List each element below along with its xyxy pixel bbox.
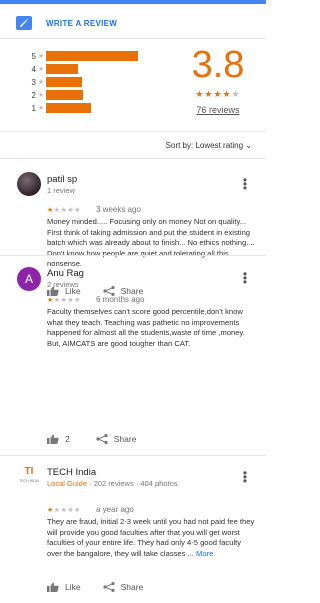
review-text: Faculty themselves can't score good perc… [47, 307, 245, 348]
reviewer-name[interactable]: patil sp [47, 174, 77, 185]
sort-prefix: Sort by: [165, 141, 194, 150]
avatar-logo-caption: TECH INDIA [19, 479, 39, 483]
star-icon: ★ [37, 105, 45, 112]
star-icon: ★ [37, 92, 45, 99]
histogram-bar [46, 64, 78, 74]
divider [0, 158, 266, 159]
star-icon: ★ [47, 507, 54, 514]
share-label: Share [113, 434, 137, 444]
more-options-icon[interactable]: • • • [240, 268, 250, 288]
histogram-bar [46, 51, 138, 61]
histogram-star-label: 1 [31, 103, 36, 113]
review-text: They are fraud, initial 2-3 week until y… [47, 517, 257, 559]
reviewer-name[interactable]: TECH India [47, 467, 96, 478]
share-button[interactable]: Share [102, 582, 144, 592]
star-icon: ★ [74, 507, 81, 514]
star-icon: ★ [47, 207, 54, 214]
share-icon [96, 434, 108, 444]
reviewer-review-count: 2 reviews [47, 280, 79, 289]
histogram-row: 5 ★ [28, 50, 138, 62]
reviewer-avatar[interactable]: A [17, 267, 41, 291]
histogram-row: 4 ★ [28, 63, 78, 75]
sort-control[interactable]: Sort by: Lowest rating ⌄ [0, 139, 266, 155]
share-button[interactable]: Share [96, 434, 137, 444]
like-count: 2 [65, 434, 70, 444]
like-button[interactable]: Like [47, 582, 81, 592]
top-accent-bar [0, 0, 266, 4]
review-time: 3 weeks ago [96, 205, 141, 214]
like-label: Like [65, 582, 81, 592]
review-stars: ★★★★★ [47, 296, 81, 304]
divider [0, 131, 266, 132]
review-actions: 2 Share [47, 434, 136, 444]
reviewer-stats: · 202 reviews · 404 photos [87, 479, 178, 488]
star-icon: ★ [53, 297, 61, 304]
review-stars: ★★★★★ [47, 506, 81, 514]
avatar-logo-text: TI [24, 466, 34, 477]
share-label: Share [120, 582, 144, 592]
review-time: a year ago [96, 505, 134, 514]
histogram-bar [46, 103, 91, 113]
histogram-row: 3 ★ [28, 76, 82, 88]
review-stars: ★★★★★ [47, 206, 81, 214]
sort-value: Lowest rating [195, 141, 244, 150]
histogram-star-label: 2 [31, 90, 36, 100]
histogram-star-label: 4 [31, 64, 36, 74]
reviewer-name[interactable]: Anu Rag [47, 268, 84, 279]
average-stars: ★★★★★ [178, 89, 258, 100]
star-icon: ★ [37, 53, 45, 60]
divider [0, 38, 266, 39]
write-review-label: WRITE A REVIEW [46, 18, 118, 28]
star-icon: ★ [195, 89, 205, 99]
reviewer-info: Local Guide · 202 reviews · 404 photos [47, 479, 178, 488]
thumbs-up-icon [47, 582, 59, 592]
more-link[interactable]: More [196, 549, 213, 558]
sort-label: Sort by: Lowest rating ⌄ [166, 141, 252, 150]
star-icon: ★ [47, 297, 54, 304]
average-rating: 3.8 [191, 44, 245, 86]
histogram-star-label: 5 [31, 51, 36, 61]
histogram-star-label: 3 [31, 77, 36, 87]
histogram-row: 1 ★ [28, 102, 91, 114]
share-icon [102, 582, 115, 592]
chevron-down-icon: ⌄ [245, 141, 252, 150]
star-icon: ★ [213, 89, 223, 99]
reviewer-avatar[interactable]: TI TECH INDIA [17, 465, 41, 489]
star-icon: ★ [53, 507, 61, 514]
rating-histogram: 5 ★ 4 ★ 3 ★ 2 ★ 1 ★ [28, 48, 158, 118]
review-actions: Like Share [47, 582, 143, 592]
more-options-icon[interactable]: • • • [240, 174, 250, 194]
local-guide-badge: Local Guide [47, 479, 88, 488]
star-icon: ★ [37, 79, 45, 86]
divider [0, 255, 266, 256]
star-icon: ★ [222, 89, 232, 99]
reviewer-avatar[interactable] [17, 172, 41, 196]
like-button[interactable]: 2 [47, 434, 70, 444]
write-review-button[interactable]: WRITE A REVIEW [0, 11, 266, 35]
review-text: Money minded..... Focusing only on money… [47, 217, 255, 268]
histogram-bar [46, 77, 82, 87]
star-icon: ★ [53, 207, 61, 214]
more-options-icon[interactable]: • • • [240, 467, 250, 487]
star-icon: ★ [37, 66, 45, 73]
write-review-icon [16, 16, 32, 30]
thumbs-up-icon [47, 434, 59, 444]
review-count-link[interactable]: 76 reviews [178, 105, 258, 115]
rating-summary: 3.8 ★★★★★ 76 reviews [178, 45, 258, 115]
histogram-bar [46, 90, 83, 100]
histogram-row: 2 ★ [28, 89, 83, 101]
star-icon: ★ [231, 89, 241, 99]
review-time: 6 months ago [96, 295, 145, 304]
star-icon: ★ [74, 297, 81, 304]
star-icon: ★ [74, 207, 81, 214]
divider [0, 455, 266, 456]
reviewer-review-count: 1 review [47, 186, 75, 195]
review-text-body: They are fraud, initial 2-3 week until y… [47, 517, 255, 558]
